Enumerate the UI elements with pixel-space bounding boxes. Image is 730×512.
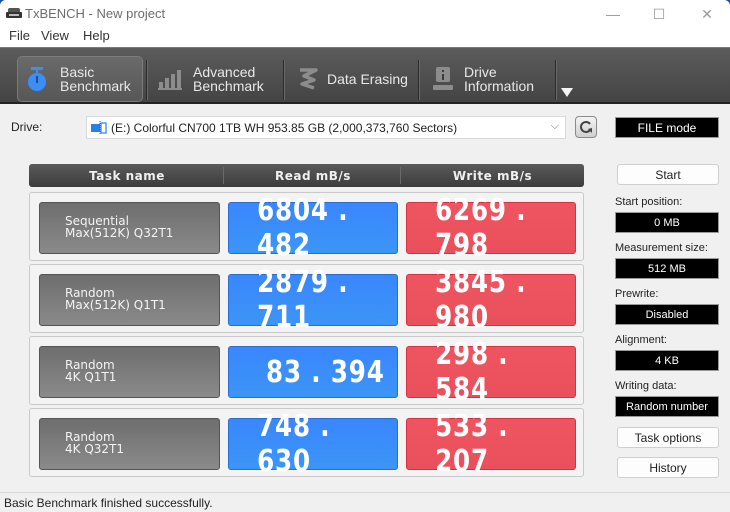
drive-info-icon (430, 66, 456, 92)
header-task-name: Task name (89, 168, 165, 183)
write-speed-value: 3845 . 980 (406, 265, 576, 335)
tab-basic-benchmark[interactable]: Basic Benchmark (17, 56, 143, 102)
write-speed-text: 3845 . 980 (435, 265, 527, 335)
tab-label-line2: Benchmark (60, 78, 131, 94)
prewrite-value[interactable]: Disabled (615, 304, 719, 325)
history-button[interactable]: History (617, 457, 719, 478)
window-title: TxBENCH - New project (25, 6, 166, 21)
tab-label-line2: Information (464, 78, 535, 94)
status-text: Basic Benchmark finished successfully. (4, 496, 213, 510)
read-speed-text: 6804 . 482 (257, 193, 349, 263)
result-row-rnd-512k-q1t1: Random Max(512K) Q1T1 2879 . 711 3845 . … (29, 264, 584, 335)
main-toolbar: Basic Benchmark Advanced Benchmark Data … (0, 47, 730, 104)
read-speed-text: 748 . 630 (257, 409, 331, 479)
write-speed-value: 6269 . 798 (406, 193, 576, 263)
drive-select[interactable]: (E:) Colorful CN700 1TB WH 953.85 GB (2,… (86, 116, 566, 139)
write-speed-text: 298 . 584 (435, 337, 509, 407)
tab-label: Advanced Benchmark (193, 65, 264, 93)
start-position-label: Start position: (615, 196, 683, 208)
task-options-button[interactable]: Task options (617, 427, 719, 448)
task-button[interactable]: Sequential Max(512K) Q32T1 (39, 202, 220, 254)
result-row-seq-q32t1: Sequential Max(512K) Q32T1 6804 . 482 62… (29, 192, 584, 263)
eraser-icon (295, 66, 321, 92)
result-row-rnd-4k-q32t1: Random 4K Q32T1 748 . 630 533 . 207 (29, 408, 584, 479)
tab-drive-information[interactable]: Drive Information (430, 56, 554, 102)
header-divider (223, 167, 224, 184)
toolbar-divider (283, 60, 285, 100)
chevron-down-icon: ⌵ (550, 120, 559, 132)
writing-data-value[interactable]: Random number (615, 396, 719, 417)
title-bar: TxBENCH - New project — ☐ ✕ (0, 0, 730, 28)
maximize-button[interactable]: ☐ (636, 0, 682, 28)
stopwatch-icon (24, 66, 50, 92)
app-logo-icon (6, 8, 22, 18)
file-mode-indicator: FILE mode (615, 117, 719, 138)
writing-data-label: Writing data: (615, 380, 677, 392)
read-speed-value: 83 . 394 (228, 346, 398, 398)
toolbar-divider (418, 60, 420, 100)
menu-help[interactable]: Help (83, 28, 110, 43)
tab-label-line1: Basic (60, 64, 95, 80)
menu-file[interactable]: File (9, 28, 30, 43)
read-speed-value: 6804 . 482 (228, 193, 398, 263)
task-name-line2: Max(512K) Q32T1 (65, 226, 174, 240)
bar-chart-icon (157, 66, 183, 92)
tab-label: Drive Information (464, 65, 534, 93)
status-bar: Basic Benchmark finished successfully. (0, 493, 730, 512)
toolbar-divider (146, 60, 148, 100)
task-name-line2: Max(512K) Q1T1 (65, 298, 166, 312)
header-write: Write mB/s (452, 168, 533, 183)
start-button[interactable]: Start (617, 164, 719, 185)
write-speed-value: 533 . 207 (406, 409, 576, 479)
toolbar-divider (555, 60, 557, 100)
read-speed-text: 83 . 394 (266, 354, 385, 390)
write-speed-text: 533 . 207 (435, 409, 509, 479)
measurement-size-value[interactable]: 512 MB (615, 258, 719, 279)
write-speed-text: 6269 . 798 (435, 193, 527, 263)
tab-label-line1: Drive (464, 64, 497, 80)
tab-label-line1: Advanced (193, 64, 256, 80)
task-name-line2: 4K Q32T1 (65, 442, 124, 456)
read-speed-value: 2879 . 711 (228, 265, 398, 335)
tab-advanced-benchmark[interactable]: Advanced Benchmark (157, 56, 281, 102)
task-button[interactable]: Random 4K Q32T1 (39, 418, 220, 470)
menu-bar: File View Help (0, 28, 730, 47)
app-window: TxBENCH - New project — ☐ ✕ File View He… (0, 0, 730, 512)
task-button[interactable]: Random 4K Q1T1 (39, 346, 220, 398)
write-speed-value: 298 . 584 (406, 337, 576, 407)
menu-view[interactable]: View (41, 28, 69, 43)
minimize-button[interactable]: — (590, 0, 636, 28)
header-read: Read mB/s (275, 168, 351, 183)
read-speed-value: 748 . 630 (228, 409, 398, 479)
prewrite-label: Prewrite: (615, 288, 659, 300)
alignment-value[interactable]: 4 KB (615, 350, 719, 371)
results-header: Task name Read mB/s Write mB/s (29, 164, 584, 187)
task-name-line2: 4K Q1T1 (65, 370, 117, 384)
start-position-value[interactable]: 0 MB (615, 212, 719, 233)
drive-label: Drive: (11, 120, 43, 134)
tab-label: Basic Benchmark (60, 65, 131, 93)
drive-icon (91, 120, 107, 135)
refresh-button[interactable] (575, 116, 597, 138)
measurement-size-label: Measurement size: (615, 242, 708, 254)
tab-label-line1: Data Erasing (327, 71, 408, 87)
tab-label-line2: Benchmark (193, 78, 264, 94)
dropdown-triangle-icon[interactable] (561, 88, 573, 97)
result-row-rnd-4k-q1t1: Random 4K Q1T1 83 . 394 298 . 584 (29, 336, 584, 407)
tab-data-erasing[interactable]: Data Erasing (295, 56, 415, 102)
close-button[interactable]: ✕ (684, 0, 730, 28)
read-speed-text: 2879 . 711 (257, 265, 349, 335)
drive-select-value: (E:) Colorful CN700 1TB WH 953.85 GB (2,… (111, 120, 458, 135)
task-button[interactable]: Random Max(512K) Q1T1 (39, 274, 220, 326)
refresh-icon (580, 121, 592, 133)
alignment-label: Alignment: (615, 334, 667, 346)
